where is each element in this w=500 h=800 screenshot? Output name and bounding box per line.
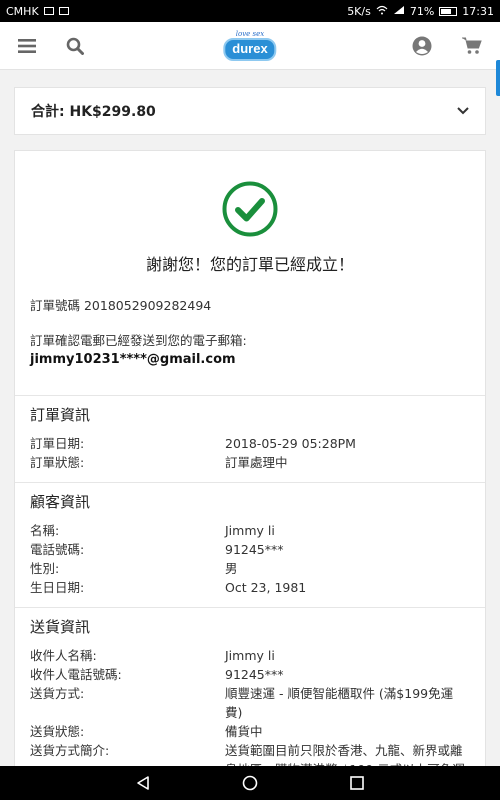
row-label: 電話號碼:: [30, 542, 85, 557]
info-row: 收件人名稱: Jimmy li: [30, 646, 470, 665]
wifi-icon: [376, 5, 388, 18]
info-row: 訂單狀態: 訂單處理中: [30, 453, 470, 472]
section-title: 訂單資訊: [30, 406, 91, 424]
search-icon[interactable]: [66, 37, 84, 55]
row-value: 91245***: [225, 667, 284, 682]
row-value: 訂單處理中: [225, 455, 288, 470]
section-title: 顧客資訊: [30, 493, 91, 511]
site-header: love sex durex: [0, 22, 500, 70]
mail-icon: [58, 7, 69, 15]
logo-tagline: love sex: [235, 30, 265, 38]
info-row: 名稱: Jimmy li: [30, 521, 470, 540]
row-label: 性別:: [30, 561, 60, 576]
info-row: 生日日期: Oct 23, 1981: [30, 578, 470, 597]
row-label: 訂單日期:: [30, 436, 85, 451]
row-value: 備貨中: [225, 724, 263, 739]
info-row: 送貨狀態: 備貨中: [30, 722, 470, 741]
row-value: 2018-05-29 05:28PM: [225, 436, 356, 451]
info-row: 電話號碼: 91245***: [30, 540, 470, 559]
row-label: 名稱:: [30, 523, 60, 538]
message-icon: [43, 7, 54, 15]
logo-text: durex: [223, 38, 277, 61]
battery-icon: [439, 6, 458, 16]
brand-logo[interactable]: love sex durex: [223, 30, 277, 61]
row-label: 收件人名稱:: [30, 648, 97, 663]
row-label: 生日日期:: [30, 580, 85, 595]
thank-you-message: 謝謝您！您的訂單已經成立！: [145, 255, 354, 274]
battery-percent: 71%: [409, 4, 435, 18]
recent-apps-icon[interactable]: [349, 775, 365, 791]
order-number: 訂單號碼 2018052909282494: [30, 298, 212, 313]
order-info-section: 訂單資訊 訂單日期: 2018-05-29 05:28PM 訂單狀態: 訂單處理…: [15, 395, 485, 482]
row-value: Jimmy li: [225, 648, 275, 663]
carrier-label: CMHK: [6, 4, 39, 18]
network-speed: 5K/s: [347, 4, 371, 18]
row-label: 送貨方式:: [30, 686, 85, 701]
signal-icon: [393, 5, 405, 18]
chevron-down-icon[interactable]: [457, 107, 469, 115]
row-value: 男: [225, 561, 238, 576]
cart-icon[interactable]: [462, 37, 482, 55]
order-total-summary[interactable]: 合計: HK$299.80: [14, 87, 486, 135]
success-check-icon: [222, 181, 278, 237]
customer-info-section: 顧客資訊 名稱: Jimmy li 電話號碼: 91245*** 性別: 男 生…: [15, 482, 485, 607]
info-row: 性別: 男: [30, 559, 470, 578]
system-nav-bar: [0, 766, 500, 800]
info-row: 訂單日期: 2018-05-29 05:28PM: [30, 434, 470, 453]
info-row: 收件人電話號碼: 91245***: [30, 665, 470, 684]
order-total-label: 合計: HK$299.80: [31, 104, 156, 120]
status-bar: CMHK 5K/s 71% 17:31: [0, 0, 500, 22]
delivery-info-section: 送貨資訊 收件人名稱: Jimmy li 收件人電話號碼: 91245*** 送…: [15, 607, 485, 789]
order-confirmation-card: 謝謝您！您的訂單已經成立！ 訂單號碼 2018052909282494 訂單確認…: [14, 150, 486, 790]
home-icon[interactable]: [242, 775, 258, 791]
row-label: 送貨狀態:: [30, 724, 85, 739]
section-title: 送貨資訊: [30, 618, 91, 636]
account-icon[interactable]: [412, 36, 432, 56]
row-label: 訂單狀態:: [30, 455, 85, 470]
email-sent-note: 訂單確認電郵已經發送到您的電子郵箱:: [30, 333, 247, 348]
confirmation-block: 謝謝您！您的訂單已經成立！ 訂單號碼 2018052909282494 訂單確認…: [15, 181, 485, 395]
back-icon[interactable]: [135, 775, 151, 791]
row-value: Jimmy li: [225, 523, 275, 538]
customer-email: jimmy10231****@gmail.com: [30, 352, 236, 367]
row-label: 收件人電話號碼:: [30, 667, 122, 682]
clock: 17:31: [462, 4, 494, 18]
row-value: 91245***: [225, 542, 284, 557]
menu-icon[interactable]: [18, 38, 36, 54]
row-value: Oct 23, 1981: [225, 580, 307, 595]
info-row: 送貨方式: 順豐速運 - 順便智能櫃取件 (滿$199免運費): [30, 684, 470, 722]
row-value: 順豐速運 - 順便智能櫃取件 (滿$199免運費): [225, 686, 454, 720]
side-drawer-handle[interactable]: [496, 60, 500, 96]
